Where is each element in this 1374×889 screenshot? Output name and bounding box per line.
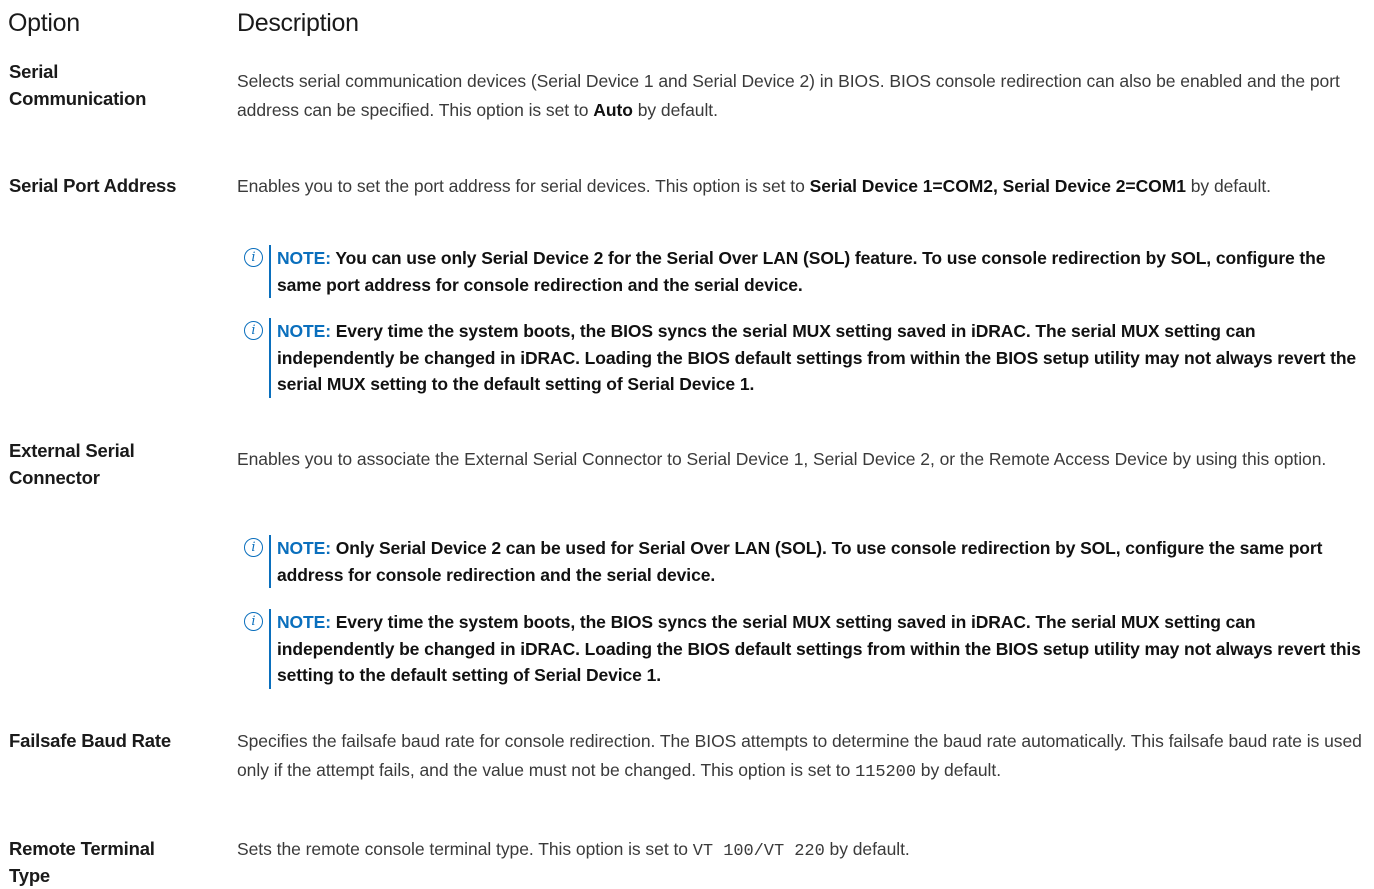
- note-label: NOTE:: [277, 321, 331, 341]
- note-label: NOTE:: [277, 612, 331, 632]
- option-remote-terminal-type: Remote Terminal Type: [9, 838, 155, 886]
- description-external-serial-connector: Enables you to associate the External Se…: [237, 449, 1327, 469]
- desc-text: Specifies the failsafe baud rate for con…: [237, 731, 1362, 780]
- info-circle-icon: i: [244, 612, 263, 631]
- note-body: NOTE: You can use only Serial Device 2 f…: [269, 245, 1364, 298]
- description-serial-communication: Selects serial communication devices (Se…: [237, 67, 1362, 125]
- desc-tail: by default.: [916, 760, 1002, 780]
- note-text: Only Serial Device 2 can be used for Ser…: [277, 538, 1323, 585]
- note-body: NOTE: Every time the system boots, the B…: [269, 318, 1364, 398]
- column-header-description: Description: [237, 9, 359, 37]
- description-serial-port-address: Enables you to set the port address for …: [237, 172, 1362, 201]
- note-external-serial-1: i NOTE: Only Serial Device 2 can be used…: [244, 535, 1364, 588]
- description-remote-terminal-type: Sets the remote console terminal type. T…: [237, 835, 1362, 866]
- description-failsafe-baud-rate: Specifies the failsafe baud rate for con…: [237, 727, 1362, 787]
- note-text: Every time the system boots, the BIOS sy…: [277, 612, 1361, 685]
- info-circle-icon: i: [244, 538, 263, 557]
- desc-tail: by default.: [632, 100, 718, 120]
- option-failsafe-baud-rate: Failsafe Baud Rate: [9, 730, 171, 751]
- note-serial-port-2: i NOTE: Every time the system boots, the…: [244, 318, 1364, 398]
- note-label: NOTE:: [277, 538, 331, 558]
- note-external-serial-2: i NOTE: Every time the system boots, the…: [244, 609, 1364, 689]
- option-serial-communication: Serial Communication: [9, 61, 147, 109]
- note-label: NOTE:: [277, 248, 331, 268]
- note-text: Every time the system boots, the BIOS sy…: [277, 321, 1357, 394]
- desc-text: Selects serial communication devices (Se…: [237, 71, 1340, 120]
- note-text: You can use only Serial Device 2 for the…: [277, 248, 1326, 295]
- default-value: VT 100/VT 220: [692, 842, 825, 861]
- column-header-option: Option: [8, 9, 80, 37]
- note-body: NOTE: Only Serial Device 2 can be used f…: [269, 535, 1364, 588]
- note-body: NOTE: Every time the system boots, the B…: [269, 609, 1364, 689]
- option-external-serial-connector: External Serial Connector: [9, 440, 135, 488]
- info-circle-icon: i: [244, 321, 263, 340]
- note-serial-port-1: i NOTE: You can use only Serial Device 2…: [244, 245, 1364, 298]
- desc-text: Enables you to set the port address for …: [237, 176, 810, 196]
- default-value: Serial Device 1=COM2, Serial Device 2=CO…: [809, 176, 1186, 196]
- desc-tail: by default.: [1185, 176, 1271, 196]
- default-value: 115200: [855, 763, 916, 782]
- default-value: Auto: [593, 100, 633, 120]
- desc-text: Sets the remote console terminal type. T…: [237, 839, 693, 859]
- info-circle-icon: i: [244, 248, 263, 267]
- option-serial-port-address: Serial Port Address: [9, 175, 177, 196]
- desc-tail: by default.: [824, 839, 910, 859]
